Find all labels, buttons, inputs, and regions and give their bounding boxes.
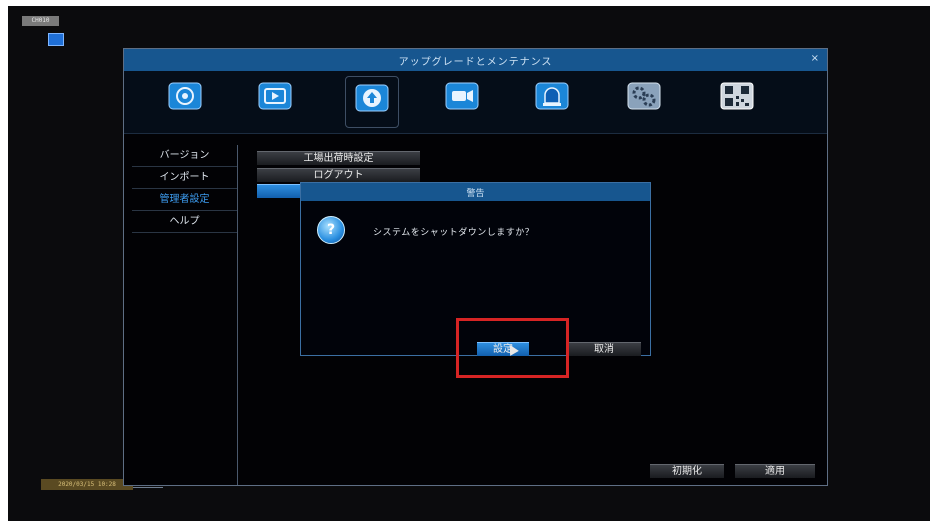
sidebar-item-admin-settings[interactable]: 管理者設定 (132, 189, 237, 211)
logout-button[interactable]: ログアウト (257, 168, 420, 182)
window-title: アップグレードとメンテナンス (398, 57, 553, 68)
osd-divider (133, 487, 163, 488)
dialog-titlebar: 警告 (301, 183, 650, 201)
close-icon[interactable]: × (811, 53, 819, 64)
cancel-button[interactable]: 取消 (567, 342, 641, 356)
tab-upgrade[interactable] (355, 83, 389, 113)
window-titlebar: アップグレードとメンテナンス × (124, 49, 827, 71)
alarm-icon (535, 82, 569, 110)
sidebar-item-version[interactable]: バージョン (132, 145, 237, 167)
factory-reset-button[interactable]: 工場出荷時設定 (257, 151, 420, 165)
tab-camera[interactable] (445, 81, 479, 111)
camera-icon (445, 82, 479, 110)
network-icon (168, 82, 202, 110)
dialog-message: システムをシャットダウンしますか？ (373, 228, 535, 238)
tab-icon-bar (124, 71, 827, 134)
tab-alarm[interactable] (535, 81, 569, 111)
osd-channel-icon (48, 33, 64, 46)
tab-record[interactable] (258, 81, 292, 111)
sidebar-item-import[interactable]: インポート (132, 167, 237, 189)
apply-button[interactable]: 適用 (735, 464, 815, 478)
init-button[interactable]: 初期化 (650, 464, 724, 478)
sidebar: バージョン インポート 管理者設定 ヘルプ (132, 145, 238, 485)
question-icon: ? (317, 216, 345, 244)
osd-channel-label: CH010 (22, 16, 59, 26)
sidebar-item-help[interactable]: ヘルプ (132, 211, 237, 233)
tab-network[interactable] (168, 81, 202, 111)
system-settings-icon (627, 82, 661, 110)
tab-qr-code[interactable] (720, 81, 754, 111)
qr-code-icon (720, 82, 754, 110)
tab-system-settings[interactable] (627, 81, 661, 111)
osd-timestamp: 2020/03/15 10:28 (41, 479, 133, 490)
dialog-title: 警告 (466, 189, 485, 199)
upgrade-icon (355, 84, 389, 112)
record-icon (258, 82, 292, 110)
